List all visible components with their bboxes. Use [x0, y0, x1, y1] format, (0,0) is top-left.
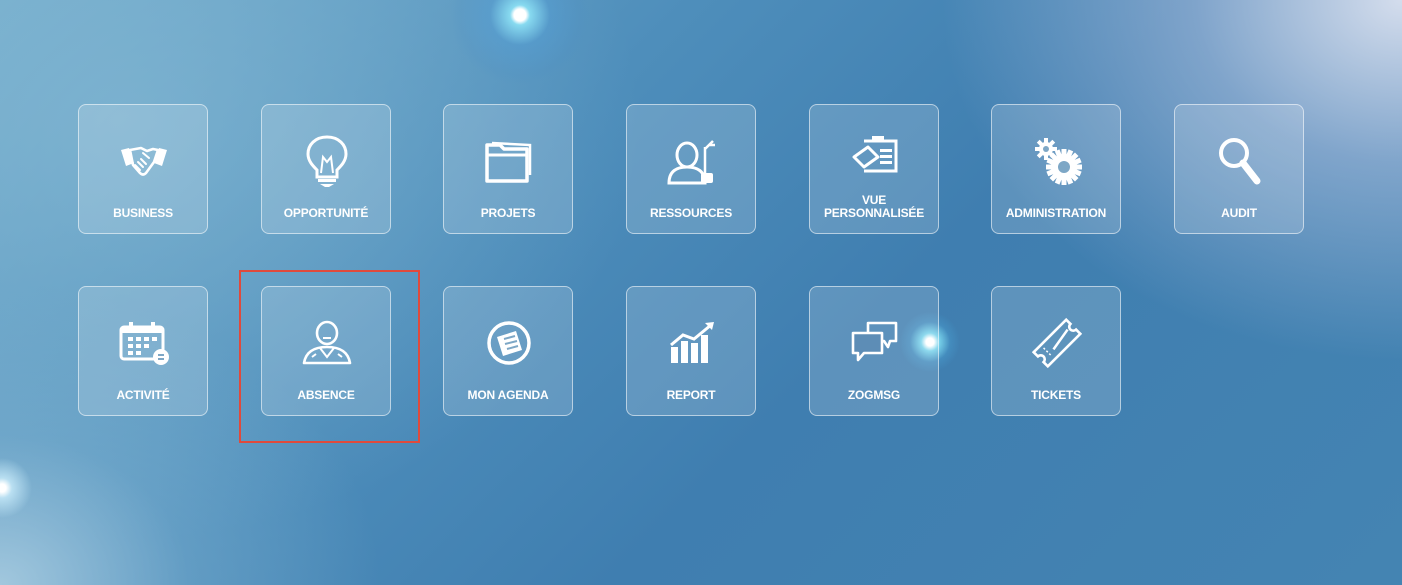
custom-view-icon [850, 133, 900, 185]
tile-projets[interactable]: PROJETS [443, 104, 573, 234]
lightbulb-icon [302, 135, 352, 187]
selection-highlight [239, 270, 420, 443]
tile-label: RESSOURCES [649, 206, 733, 220]
tile-label: REPORT [666, 388, 716, 402]
tile-audit[interactable]: AUDIT [1174, 104, 1304, 234]
bar-chart-icon [667, 317, 717, 369]
tile-report[interactable]: REPORT [626, 286, 756, 416]
tile-activite[interactable]: ACTIVITÉ [78, 286, 208, 416]
tile-administration[interactable]: ADMINISTRATION [991, 104, 1121, 234]
tile-label: MON AGENDA [467, 388, 549, 402]
tile-label: ZOGMSG [847, 388, 901, 402]
tile-label: TICKETS [1031, 388, 1081, 402]
tile-mon-agenda[interactable]: MON AGENDA [443, 286, 573, 416]
resources-person-icon [667, 135, 717, 187]
ticket-icon [1032, 317, 1082, 369]
tile-label: AUDIT [1221, 206, 1257, 220]
tile-business[interactable]: BUSINESS [78, 104, 208, 234]
tile-label: ACTIVITÉ [116, 388, 170, 402]
calendar-icon [119, 317, 169, 369]
light-glow-top [450, 0, 590, 85]
tile-ressources[interactable]: RESSOURCES [626, 104, 756, 234]
tile-label: ADMINISTRATION [1005, 206, 1107, 220]
folder-icon [484, 135, 534, 187]
tile-tickets[interactable]: TICKETS [991, 286, 1121, 416]
agenda-icon [484, 317, 534, 369]
tile-label: OPPORTUNITÉ [283, 206, 369, 220]
tile-label: VUE PERSONNALISÉE [823, 193, 925, 220]
handshake-icon [119, 135, 169, 187]
magnifier-icon [1215, 135, 1265, 187]
tile-vue-personnalisee[interactable]: VUE PERSONNALISÉE [809, 104, 939, 234]
tile-zogmsg[interactable]: ZOGMSG [809, 286, 939, 416]
tile-opportunite[interactable]: OPPORTUNITÉ [261, 104, 391, 234]
tile-label: BUSINESS [113, 206, 173, 220]
tile-label: PROJETS [480, 206, 536, 220]
light-glow-left [0, 458, 32, 518]
gears-icon [1032, 135, 1082, 187]
chat-bubbles-icon [850, 317, 900, 369]
